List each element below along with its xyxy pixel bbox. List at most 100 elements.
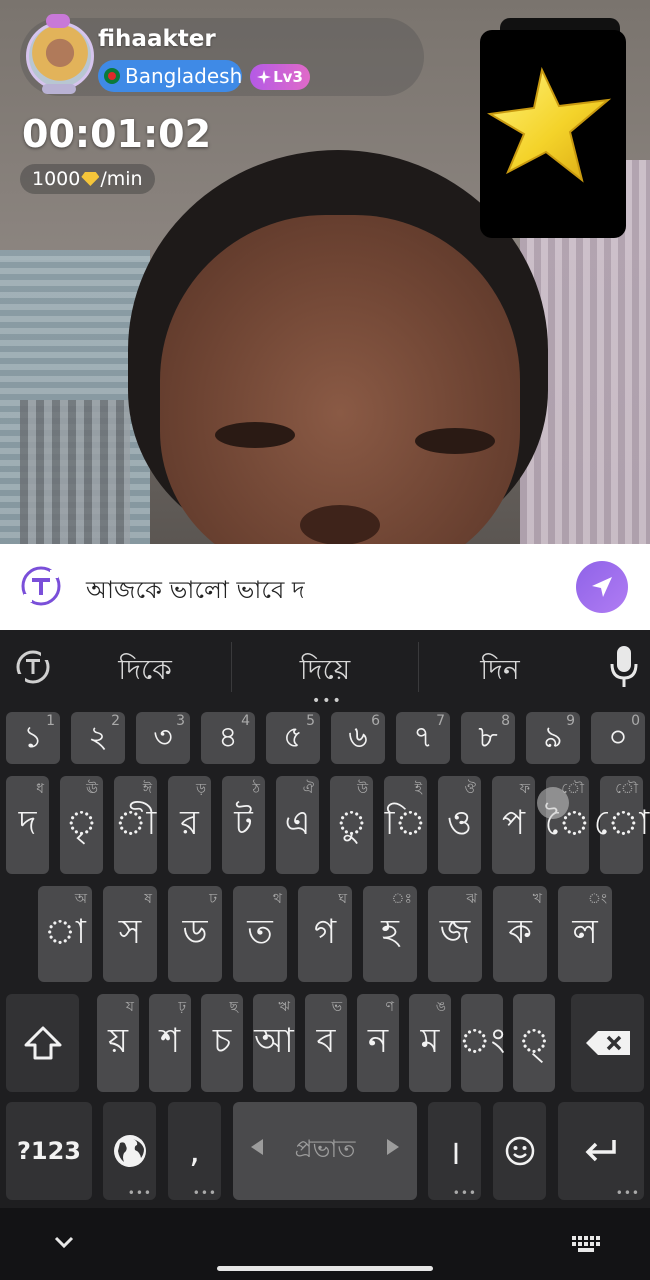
key-row1-10[interactable]: পফ [492, 776, 535, 874]
key-row2-7[interactable]: জঝ [428, 886, 482, 982]
key-row1-7-label: ু [335, 802, 368, 843]
key-row1-5[interactable]: টঠ [222, 776, 265, 874]
key-number-3-hint: 3 [176, 713, 185, 729]
translate-keyboard-icon[interactable] [14, 648, 52, 686]
key-row2-9-hint: ং [587, 891, 607, 907]
translate-icon[interactable] [20, 565, 62, 607]
enter-key[interactable]: ••• [558, 1102, 644, 1200]
key-number-8[interactable]: ৮8 [461, 712, 515, 764]
send-button[interactable] [576, 561, 628, 613]
key-row1-8-label: ি [384, 802, 427, 843]
key-row2-2[interactable]: সষ [103, 886, 157, 982]
key-number-10-hint: 0 [631, 713, 640, 729]
key-row3-2[interactable]: শ ঢ় [149, 994, 191, 1092]
key-row3-7[interactable]: মঙ [409, 994, 451, 1092]
key-row3-1[interactable]: য় য [97, 994, 139, 1092]
key-row1-6[interactable]: এঐ [276, 776, 319, 874]
key-number-9-hint: 9 [566, 713, 575, 729]
key-row2-5[interactable]: গঘ [298, 886, 352, 982]
key-number-6[interactable]: ৬6 [331, 712, 385, 764]
video-person-right-eye [415, 428, 495, 454]
video-person-left-eye [215, 422, 295, 448]
country-badge: Bangladesh [98, 60, 242, 92]
more-suggestions-icon[interactable]: ••• [312, 693, 343, 709]
key-row2-2-label: স [118, 911, 142, 952]
enter-icon [585, 1140, 616, 1162]
more-icon: ••• [127, 1186, 152, 1200]
home-indicator[interactable] [217, 1266, 433, 1271]
key-row1-7[interactable]: ু উ [330, 776, 373, 874]
key-row1-9[interactable]: ওঔ [438, 776, 481, 874]
key-number-10[interactable]: ০0 [591, 712, 645, 764]
key-row2-1-label: া [44, 911, 86, 952]
shift-key[interactable] [6, 994, 79, 1092]
key-row3-4[interactable]: আঋ [253, 994, 295, 1092]
key-row1-2-hint: ঊ [86, 781, 98, 797]
suggestion-strip: দিকে দিয়ে ••• দিন [0, 630, 650, 709]
send-icon [592, 577, 612, 597]
key-number-3[interactable]: ৩3 [136, 712, 190, 764]
key-row1-1[interactable]: দধ [6, 776, 49, 874]
key-row1-2[interactable]: ৃ ঊ [60, 776, 103, 874]
key-number-3-label: ৩ [153, 719, 173, 755]
language-key[interactable]: ••• [103, 1102, 156, 1200]
avatar[interactable] [26, 22, 94, 90]
key-number-5-hint: 5 [306, 713, 315, 729]
comma-key[interactable]: , ••• [168, 1102, 221, 1200]
emoji-key[interactable] [493, 1102, 546, 1200]
keyboard: দিকে দিয়ে ••• দিন ১1২2৩3৪4৫5৬6৭7৮8৯9০0দ… [0, 630, 650, 1208]
key-row1-8[interactable]: ি ই [384, 776, 427, 874]
suggestion-2[interactable]: দিয়ে [270, 648, 380, 695]
video-person-face [160, 215, 520, 544]
key-row2-6[interactable]: হঃ [363, 886, 417, 982]
key-row3-7-hint: ঙ [435, 999, 446, 1015]
suggestion-1[interactable]: দিকে [90, 648, 200, 695]
key-row2-4[interactable]: তথ [233, 886, 287, 982]
key-row2-1[interactable]: া অ [38, 886, 92, 982]
key-row3-9[interactable]: ্ [513, 994, 555, 1092]
local-video-preview[interactable] [480, 30, 626, 238]
country-label: Bangladesh [125, 64, 243, 88]
key-row2-6-hint: ঃ [391, 891, 412, 907]
key-row2-3[interactable]: ডঢ [168, 886, 222, 982]
key-row1-9-label: ও [446, 802, 473, 843]
key-number-9[interactable]: ৯9 [526, 712, 580, 764]
key-number-2-label: ২ [88, 719, 108, 755]
key-row1-8-hint: ই [414, 781, 422, 797]
backspace-key[interactable] [571, 994, 644, 1092]
key-row3-6-hint: ণ [385, 999, 394, 1015]
key-number-2[interactable]: ২2 [71, 712, 125, 764]
touch-indicator [537, 787, 569, 819]
key-row1-12-label: ো [593, 802, 650, 843]
microphone-icon[interactable] [608, 644, 640, 690]
suggestion-divider [231, 642, 232, 692]
suggestion-divider [418, 642, 419, 692]
key-row1-12[interactable]: োৌ [594, 776, 649, 874]
key-number-7-hint: 7 [436, 713, 445, 729]
key-row2-9[interactable]: লং [558, 886, 612, 982]
key-row3-5[interactable]: বভ [305, 994, 347, 1092]
space-key[interactable]: প্রভাত [233, 1102, 417, 1200]
key-row2-8-label: ক [508, 911, 532, 952]
key-number-6-label: ৬ [348, 719, 368, 755]
suggestion-3[interactable]: দিন [445, 648, 555, 695]
hide-keyboard-chevron-icon[interactable] [52, 1234, 76, 1250]
key-row1-3[interactable]: ী ঈ [114, 776, 157, 874]
key-number-4[interactable]: ৪4 [201, 712, 255, 764]
key-row1-4[interactable]: র ড় [168, 776, 211, 874]
key-number-1[interactable]: ১1 [6, 712, 60, 764]
key-row3-4-label: আ [254, 1020, 294, 1061]
avatar-frame-wings [42, 84, 76, 94]
key-row3-8[interactable]: ং [459, 994, 505, 1092]
avatar-frame-crown [46, 14, 70, 28]
key-row2-8[interactable]: কখ [493, 886, 547, 982]
symbols-key[interactable]: ?123 [6, 1102, 92, 1200]
key-number-5[interactable]: ৫5 [266, 712, 320, 764]
key-row3-3[interactable]: চছ [201, 994, 243, 1092]
keyboard-switcher-icon[interactable] [570, 1234, 602, 1254]
period-key[interactable]: । ••• [428, 1102, 481, 1200]
message-input[interactable]: আজকে ভালো ভাবে দ [86, 572, 305, 612]
key-row3-6[interactable]: নণ [357, 994, 399, 1092]
key-row3-5-hint: ভ [331, 999, 342, 1015]
key-number-7[interactable]: ৭7 [396, 712, 450, 764]
